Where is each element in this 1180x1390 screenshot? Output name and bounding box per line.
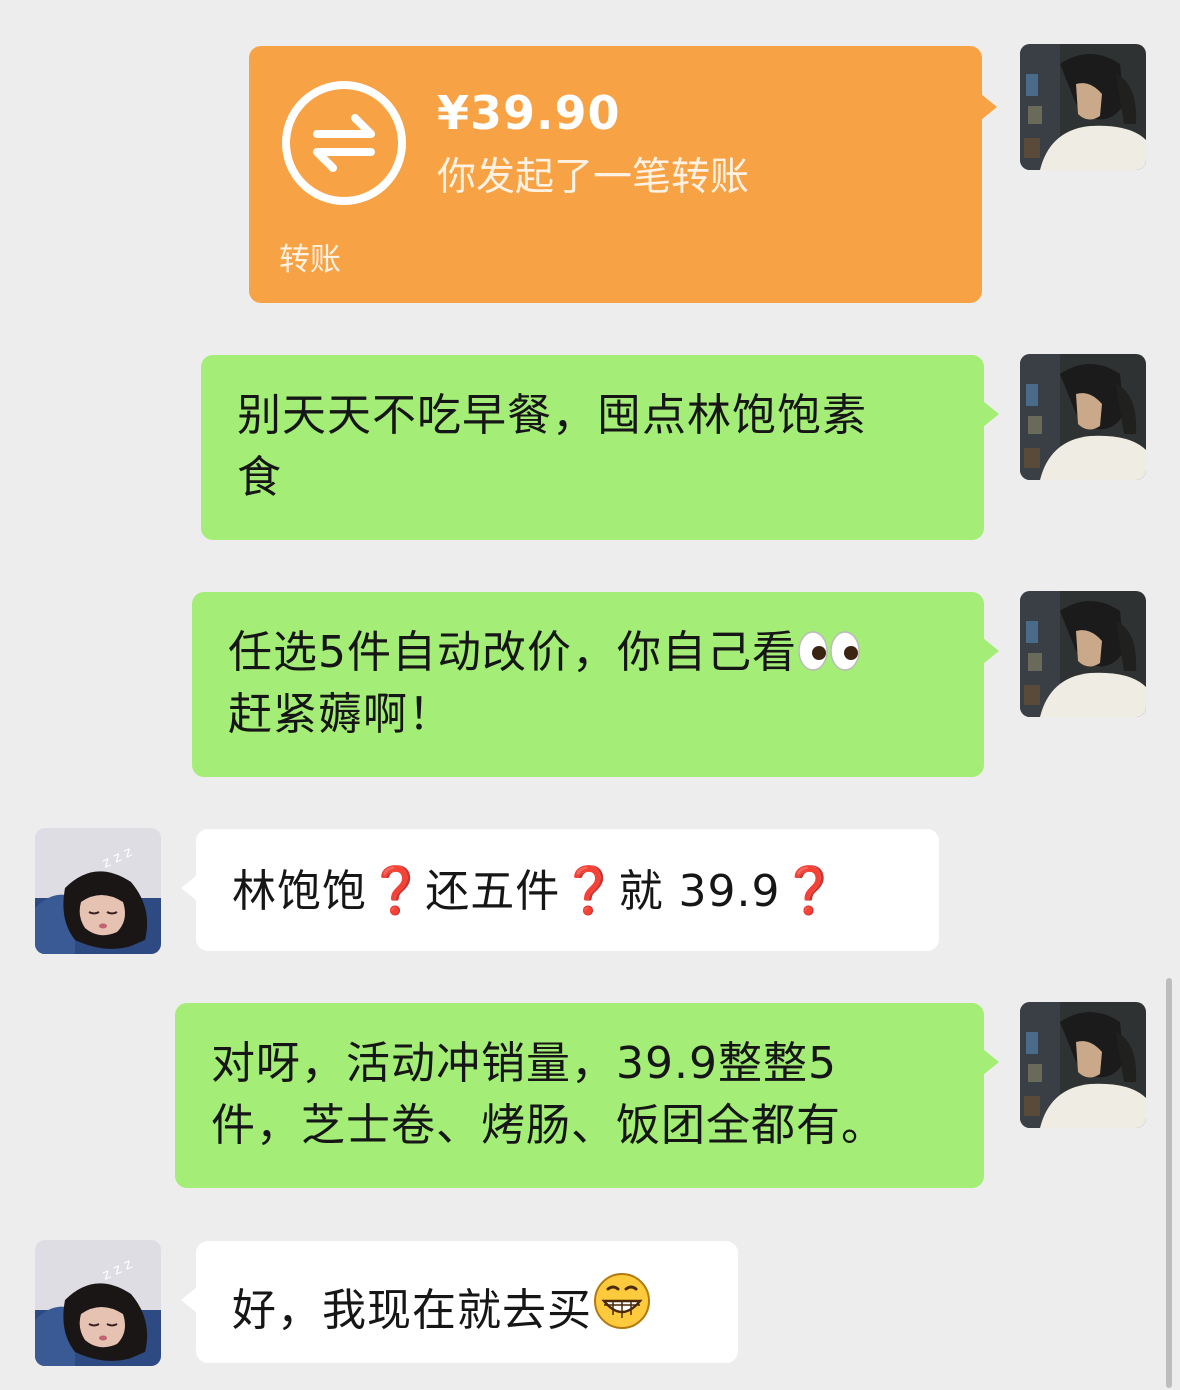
boy-portrait-avatar <box>1020 1002 1146 1128</box>
chat-bubble-self[interactable]: 任选5件自动改价，你自己看 赶紧薅啊！ <box>192 592 999 777</box>
transfer-amount: ¥39.90 <box>437 86 621 140</box>
red-question-mark: ❓ <box>560 863 619 917</box>
scrollbar[interactable] <box>1166 978 1172 1388</box>
transfer-description: 你发起了一笔转账 <box>437 155 750 200</box>
other-avatar[interactable] <box>35 1240 161 1366</box>
boy-portrait-avatar <box>1020 354 1146 480</box>
message-text: 好，我现在就去买 <box>232 1271 702 1342</box>
self-avatar[interactable] <box>1020 1002 1146 1128</box>
self-avatar[interactable] <box>1020 354 1146 480</box>
self-avatar[interactable] <box>1020 44 1146 170</box>
sleeping-girl-avatar <box>35 1240 161 1366</box>
chat-bubble-self[interactable]: 别天天不吃早餐，囤点林饱饱素 食 <box>201 355 999 540</box>
message-text: 任选5件自动改价，你自己看 赶紧薅啊！ <box>228 622 948 746</box>
chat-bubble-self[interactable]: 对呀，活动冲销量，39.9整整5 件，芝士卷、烤肠、饭团全都有。 <box>175 1003 999 1188</box>
sleeping-girl-avatar <box>35 828 161 954</box>
boy-portrait-avatar <box>1020 44 1146 170</box>
chat-bubble-other[interactable]: 好，我现在就去买 <box>181 1241 738 1363</box>
red-question-mark: ❓ <box>780 863 839 917</box>
red-question-mark: ❓ <box>367 863 426 917</box>
message-text: 别天天不吃早餐，囤点林饱饱素 食 <box>237 390 867 503</box>
transfer-card[interactable]: ¥39.90 你发起了一笔转账 转账 <box>249 46 997 303</box>
transfer-label: 转账 <box>279 242 341 278</box>
eyes-emoji <box>798 631 860 671</box>
message-text: 林饱饱❓还五件❓就 39.9❓ <box>232 863 839 917</box>
chat-bubble-other[interactable]: 林饱饱❓还五件❓就 39.9❓ <box>181 829 939 951</box>
other-avatar[interactable] <box>35 828 161 954</box>
transfer-arrows-icon <box>282 81 406 205</box>
boy-portrait-avatar <box>1020 591 1146 717</box>
grinning-face-emoji <box>594 1273 650 1329</box>
message-text: 对呀，活动冲销量，39.9整整5 件，芝士卷、烤肠、饭团全都有。 <box>211 1038 886 1151</box>
self-avatar[interactable] <box>1020 591 1146 717</box>
